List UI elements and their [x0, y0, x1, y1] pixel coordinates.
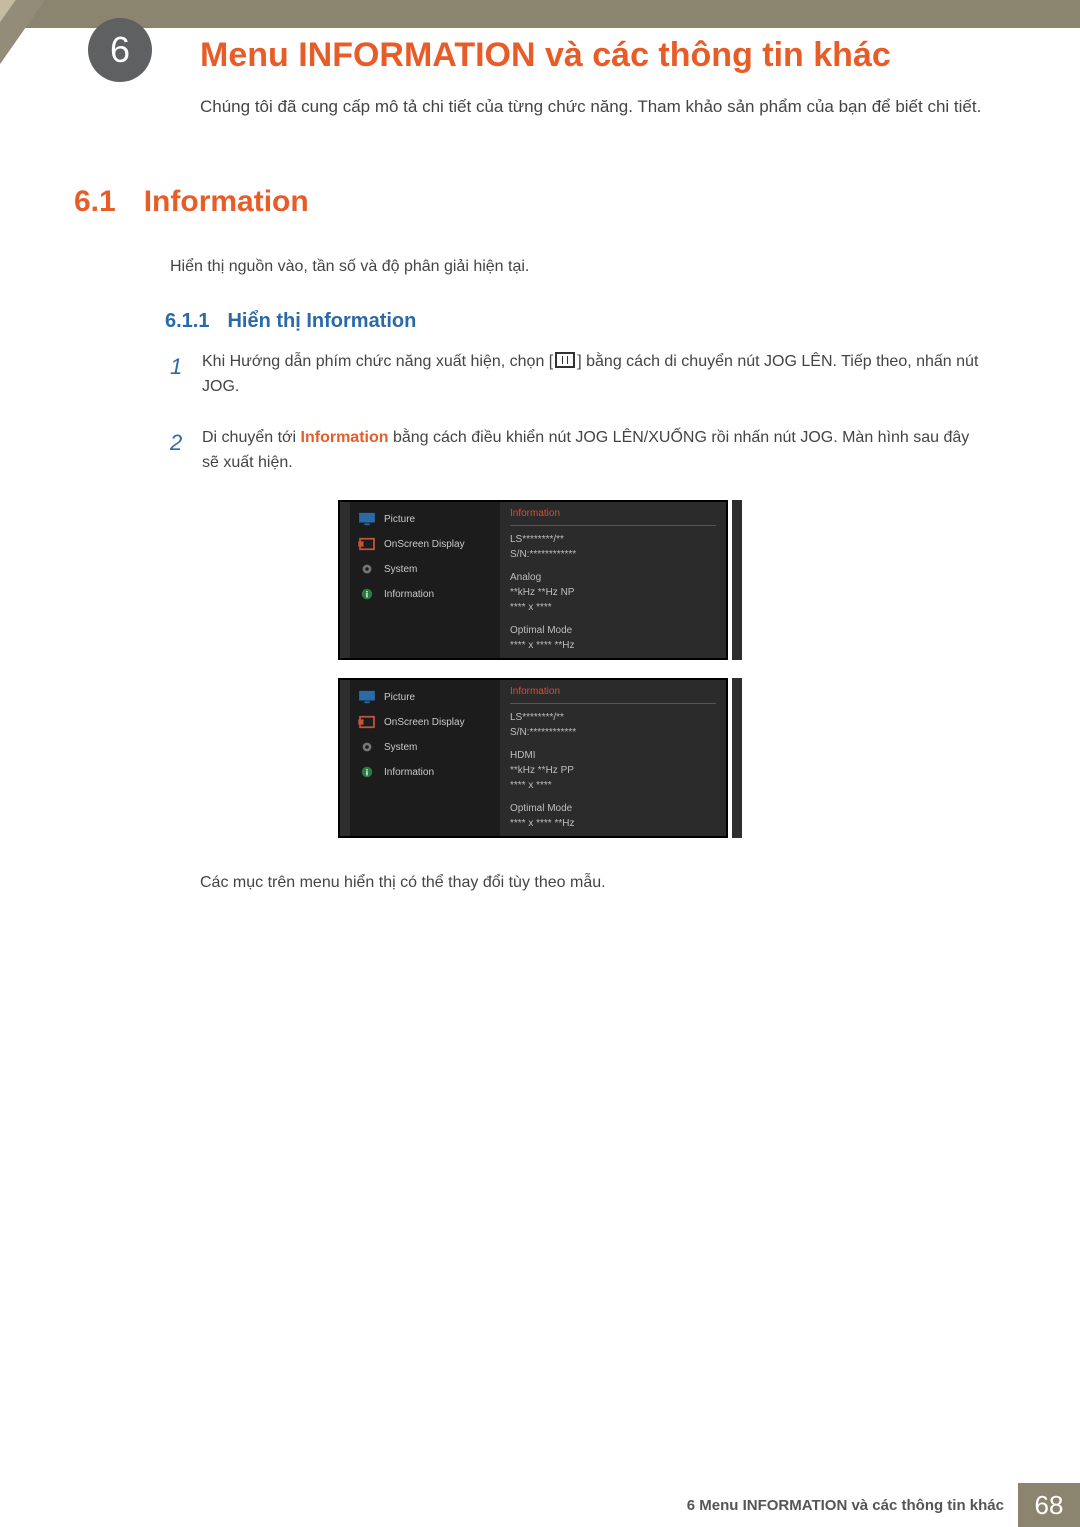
step-text-a: Khi Hướng dẫn phím chức năng xuất hiện, …	[202, 353, 553, 370]
subsection-title: Hiển thị Information	[227, 310, 416, 333]
osd-sn: S/N:************	[510, 725, 716, 740]
footer-text: 6 Menu INFORMATION và các thông tin khác	[687, 1483, 1018, 1527]
osd-optimal: **** x **** **Hz	[510, 638, 716, 653]
osd-info-pane: Information LS********/** S/N:**********…	[500, 502, 726, 658]
osd-item-label: Information	[384, 589, 434, 600]
osd-item-label: System	[384, 742, 417, 753]
intro-paragraph: Chúng tôi đã cung cấp mô tả chi tiết của…	[200, 95, 990, 120]
gear-icon	[358, 562, 376, 576]
section-number: 6.1	[74, 185, 116, 219]
step-number: 1	[170, 350, 188, 400]
subsection-heading: 6.1.1 Hiển thị Information	[165, 310, 416, 333]
gear-icon	[358, 740, 376, 754]
osd-item-information: i Information	[358, 587, 492, 601]
osd-item-label: Information	[384, 767, 434, 778]
svg-text:i: i	[366, 590, 368, 600]
osd-model: LS********/**	[510, 710, 716, 725]
step-emphasis: Information	[301, 429, 389, 446]
osd-sn: S/N:************	[510, 547, 716, 562]
info-icon: i	[358, 587, 376, 601]
osd-edge-right	[732, 500, 742, 660]
page-footer: 6 Menu INFORMATION và các thông tin khác…	[0, 1483, 1080, 1527]
osd-item-system: System	[358, 740, 492, 754]
osd-item-information: i Information	[358, 765, 492, 779]
monitor-icon	[358, 690, 376, 704]
osd-edge-right	[732, 678, 742, 838]
page-number: 68	[1018, 1483, 1080, 1527]
step-number: 2	[170, 426, 188, 476]
top-bar	[0, 0, 1080, 28]
osd-resolution: **** x ****	[510, 600, 716, 615]
info-icon: i	[358, 765, 376, 779]
osd-model: LS********/**	[510, 532, 716, 547]
chapter-title: Menu INFORMATION và các thông tin khác	[200, 36, 1040, 75]
osd-edge-left	[340, 680, 350, 836]
osd-menu-list: Picture OnScreen Display System i Inform…	[350, 680, 500, 836]
chapter-number-badge: 6	[88, 18, 152, 82]
osd-frequency: **kHz **Hz PP	[510, 763, 716, 778]
step-2: 2 Di chuyển tới Information bằng cách đi…	[170, 426, 990, 476]
osd-resolution: **** x ****	[510, 778, 716, 793]
section-title: Information	[144, 185, 309, 219]
osd-icon	[358, 715, 376, 729]
step-text-a: Di chuyển tới	[202, 429, 301, 446]
osd-optimal: **** x **** **Hz	[510, 816, 716, 831]
osd-item-label: Picture	[384, 692, 415, 703]
osd-screenshot-2: Picture OnScreen Display System i Inform…	[338, 678, 728, 838]
step-text: Di chuyển tới Information bằng cách điều…	[202, 426, 990, 476]
osd-frequency: **kHz **Hz NP	[510, 585, 716, 600]
osd-optimal-label: Optimal Mode	[510, 623, 716, 638]
monitor-icon	[358, 512, 376, 526]
step-1: 1 Khi Hướng dẫn phím chức năng xuất hiện…	[170, 350, 990, 400]
subsection-number: 6.1.1	[165, 310, 209, 333]
osd-icon	[358, 537, 376, 551]
osd-screenshot-1: Picture OnScreen Display System i Inform…	[338, 500, 728, 660]
section-description: Hiển thị nguồn vào, tần số và độ phân gi…	[170, 258, 990, 276]
osd-item-label: OnScreen Display	[384, 717, 465, 728]
osd-pane-title: Information	[510, 686, 716, 697]
osd-item-onscreen: OnScreen Display	[358, 715, 492, 729]
step-text: Khi Hướng dẫn phím chức năng xuất hiện, …	[202, 350, 990, 400]
osd-item-system: System	[358, 562, 492, 576]
osd-item-label: System	[384, 564, 417, 575]
osd-edge-left	[340, 502, 350, 658]
osd-source: HDMI	[510, 748, 716, 763]
menu-icon	[555, 352, 575, 368]
figure-caption: Các mục trên menu hiển thị có thể thay đ…	[200, 874, 990, 892]
osd-info-pane: Information LS********/** S/N:**********…	[500, 680, 726, 836]
section-heading: 6.1 Information	[74, 185, 309, 219]
osd-menu-list: Picture OnScreen Display System i Inform…	[350, 502, 500, 658]
svg-text:i: i	[366, 768, 368, 778]
osd-source: Analog	[510, 570, 716, 585]
osd-item-onscreen: OnScreen Display	[358, 537, 492, 551]
osd-item-label: Picture	[384, 514, 415, 525]
osd-item-picture: Picture	[358, 690, 492, 704]
osd-item-picture: Picture	[358, 512, 492, 526]
osd-optimal-label: Optimal Mode	[510, 801, 716, 816]
osd-pane-title: Information	[510, 508, 716, 519]
osd-item-label: OnScreen Display	[384, 539, 465, 550]
